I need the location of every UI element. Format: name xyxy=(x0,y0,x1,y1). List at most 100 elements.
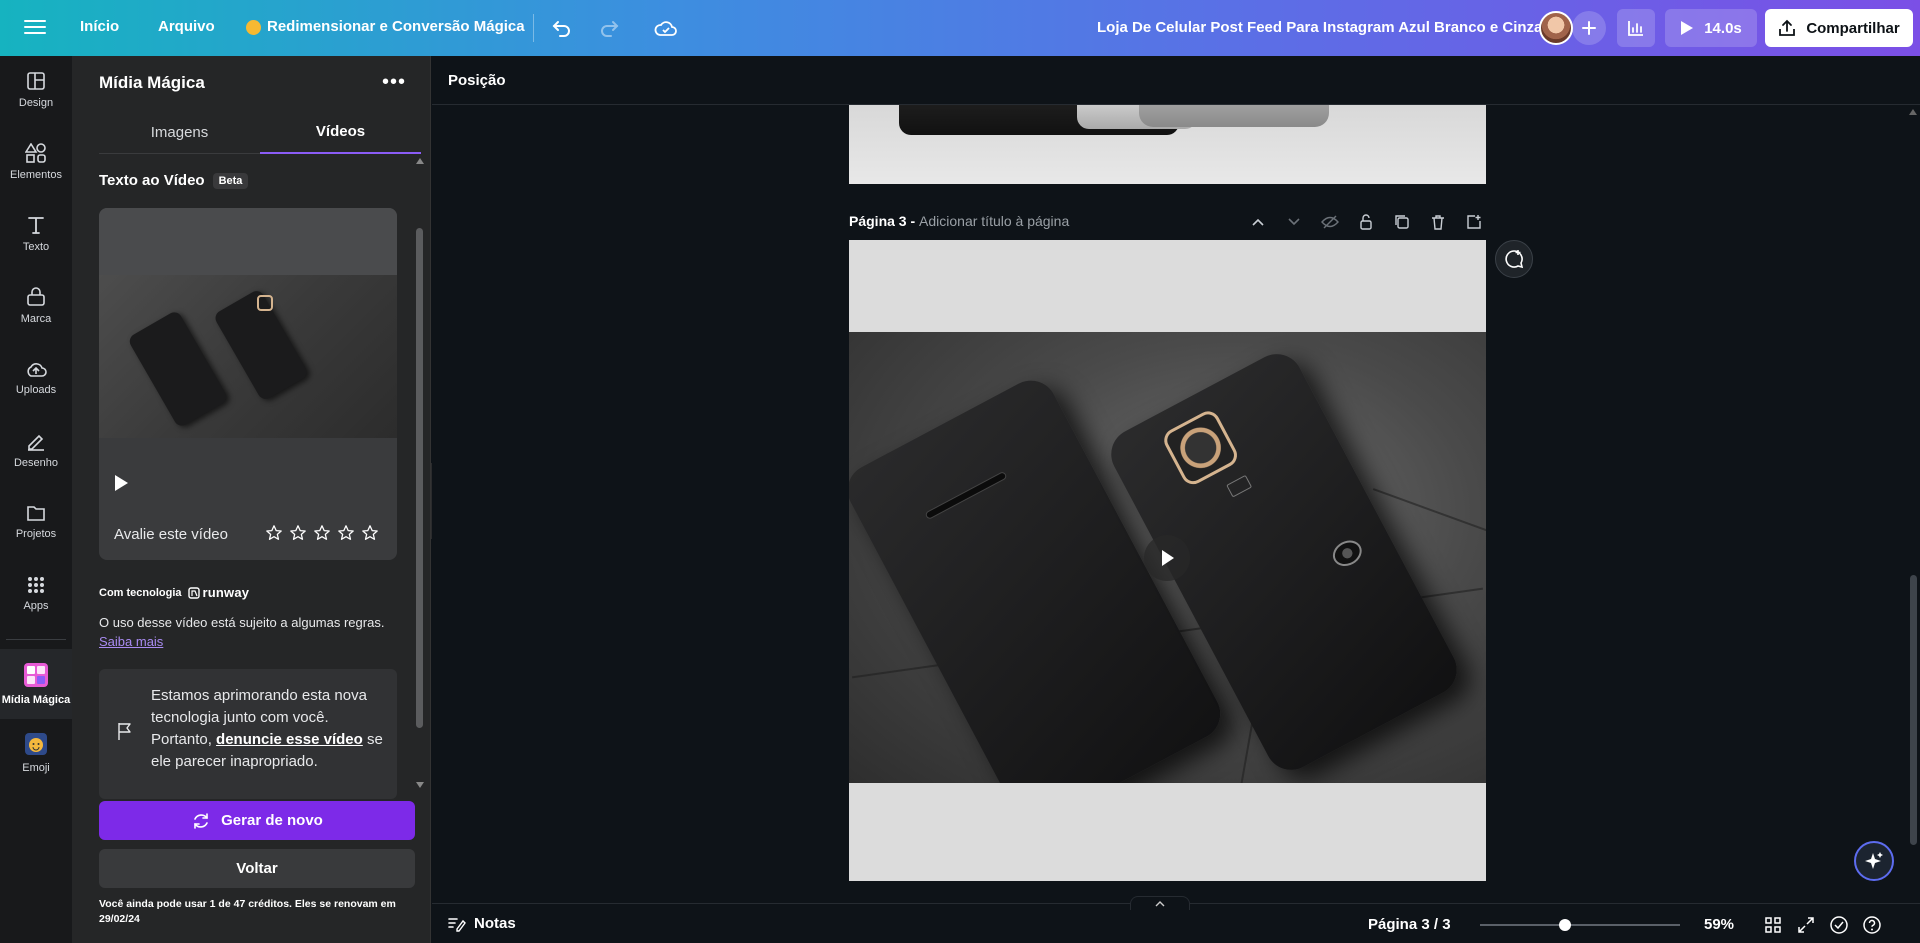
show-pages-button[interactable] xyxy=(1130,896,1190,910)
sparkle-icon xyxy=(1865,852,1883,869)
scroll-thumb[interactable] xyxy=(1910,575,1917,845)
rail-item-brand[interactable]: Marca xyxy=(0,274,72,338)
rail-label: Desenho xyxy=(13,457,59,469)
scroll-thumb[interactable] xyxy=(416,228,423,728)
learn-more-link[interactable]: Saiba mais xyxy=(99,634,163,649)
canvas-area: Página 3 - Adicionar título à página xyxy=(432,105,1920,903)
generated-video-card[interactable]: Avalie este vídeo xyxy=(99,208,397,560)
rail-item-draw[interactable]: Desenho xyxy=(0,418,72,482)
tab-videos[interactable]: Vídeos xyxy=(260,111,421,154)
crown-icon xyxy=(246,20,261,35)
share-button[interactable]: Compartilhar xyxy=(1765,9,1913,47)
chevron-up-icon xyxy=(1155,900,1165,906)
notes-label: Notas xyxy=(474,915,516,932)
redo-icon[interactable] xyxy=(595,14,623,42)
powered-by-label: Com tecnologia xyxy=(99,586,182,599)
video-thumbnail[interactable] xyxy=(99,275,397,438)
rail-item-uploads[interactable]: Uploads xyxy=(0,346,72,410)
rail-item-text[interactable]: Texto xyxy=(0,202,72,266)
notes-icon xyxy=(448,917,466,932)
previous-page[interactable] xyxy=(849,105,1486,184)
fullscreen-icon[interactable] xyxy=(1795,914,1817,936)
rail-item-elements[interactable]: Elementos xyxy=(0,130,72,194)
trash-icon[interactable] xyxy=(1426,211,1450,233)
emoji-icon xyxy=(25,733,47,755)
zoom-slider-handle[interactable] xyxy=(1559,919,1572,931)
add-comment-button[interactable] xyxy=(1495,240,1533,278)
rail-item-emoji[interactable]: Emoji xyxy=(0,721,72,785)
left-rail: Design Elementos Texto Marca Uploads Des… xyxy=(0,56,72,943)
star-icon[interactable] xyxy=(289,524,307,542)
regenerate-label: Gerar de novo xyxy=(221,812,323,829)
rail-item-design[interactable]: Design xyxy=(0,58,72,122)
page-title-placeholder[interactable]: Adicionar título à página xyxy=(919,213,1069,229)
tab-images[interactable]: Imagens xyxy=(99,111,260,154)
design-title[interactable]: Loja De Celular Post Feed Para Instagram… xyxy=(1097,19,1542,36)
regenerate-button[interactable]: Gerar de novo xyxy=(99,801,415,840)
star-icon[interactable] xyxy=(265,524,283,542)
rail-label: Emoji xyxy=(22,762,50,774)
analytics-icon xyxy=(1628,21,1643,36)
home-link[interactable]: Início xyxy=(80,18,119,35)
present-button[interactable]: 14.0s xyxy=(1665,9,1757,47)
file-menu[interactable]: Arquivo xyxy=(158,18,215,35)
more-options-icon[interactable]: ••• xyxy=(382,71,406,94)
back-button[interactable]: Voltar xyxy=(99,849,415,888)
zoom-slider[interactable] xyxy=(1480,919,1680,931)
canvas-scrollbar[interactable] xyxy=(1906,105,1920,903)
cloud-save-icon[interactable] xyxy=(652,14,680,42)
lock-icon[interactable] xyxy=(1354,211,1378,233)
play-icon[interactable] xyxy=(113,474,129,497)
avatar[interactable] xyxy=(1539,11,1573,45)
zoom-level[interactable]: 59% xyxy=(1704,916,1734,933)
text-icon xyxy=(28,217,44,234)
star-icon[interactable] xyxy=(337,524,355,542)
position-button[interactable]: Posição xyxy=(448,72,506,89)
add-page-icon[interactable] xyxy=(1462,211,1486,233)
analytics-button[interactable] xyxy=(1617,9,1655,47)
page-header: Página 3 - Adicionar título à página xyxy=(849,211,1486,233)
check-circle-icon[interactable] xyxy=(1828,914,1850,936)
chevron-down-icon[interactable] xyxy=(1282,211,1306,233)
page-title[interactable]: Página 3 - Adicionar título à página xyxy=(849,213,1069,229)
beta-badge: Beta xyxy=(212,172,249,189)
rail-label: Design xyxy=(18,97,54,109)
rail-item-projects[interactable]: Projetos xyxy=(0,490,72,554)
help-icon[interactable] xyxy=(1861,914,1883,936)
duplicate-icon[interactable] xyxy=(1390,211,1414,233)
design-page[interactable] xyxy=(849,240,1486,881)
apps-icon xyxy=(28,577,44,593)
hide-icon[interactable] xyxy=(1318,211,1342,233)
magic-assistant-button[interactable] xyxy=(1854,841,1894,881)
magic-media-icon xyxy=(24,663,48,687)
shapes-icon xyxy=(25,143,46,163)
invite-button[interactable] xyxy=(1572,11,1606,45)
plus-icon xyxy=(1582,21,1596,35)
menu-icon[interactable] xyxy=(24,16,46,38)
refresh-icon xyxy=(194,812,208,829)
phone-video[interactable] xyxy=(849,332,1486,783)
rail-label: Apps xyxy=(23,600,49,612)
magic-resize-button[interactable]: Redimensionar e Conversão Mágica xyxy=(246,18,525,35)
rail-label: Texto xyxy=(22,241,50,253)
star-icon[interactable] xyxy=(361,524,379,542)
notes-button[interactable]: Notas xyxy=(448,915,516,932)
notice-text: Estamos aprimorando esta nova tecnologia… xyxy=(151,685,383,773)
star-icon[interactable] xyxy=(313,524,331,542)
context-toolbar: Posição xyxy=(432,56,1920,105)
rail-item-magic-media[interactable]: Mídia Mágica xyxy=(0,649,72,719)
video-header-area xyxy=(99,208,397,275)
usage-rules-text: O uso desse vídeo está sujeito a algumas… xyxy=(99,615,385,630)
grid-view-icon[interactable] xyxy=(1762,914,1784,936)
toolbar-divider xyxy=(533,14,534,42)
undo-icon[interactable] xyxy=(548,14,576,42)
bottom-bar: Notas Página 3 / 3 59% xyxy=(432,896,1920,943)
top-bar: Início Arquivo Redimensionar e Conversão… xyxy=(0,0,1920,56)
panel-scrollbar[interactable] xyxy=(414,158,425,788)
page-indicator[interactable]: Página 3 / 3 xyxy=(1368,916,1451,933)
play-icon[interactable] xyxy=(1144,535,1190,581)
play-icon xyxy=(1681,21,1694,35)
chevron-up-icon[interactable] xyxy=(1246,211,1270,233)
rail-item-apps[interactable]: Apps xyxy=(0,562,72,626)
report-video-link[interactable]: denuncie esse vídeo xyxy=(216,731,363,748)
